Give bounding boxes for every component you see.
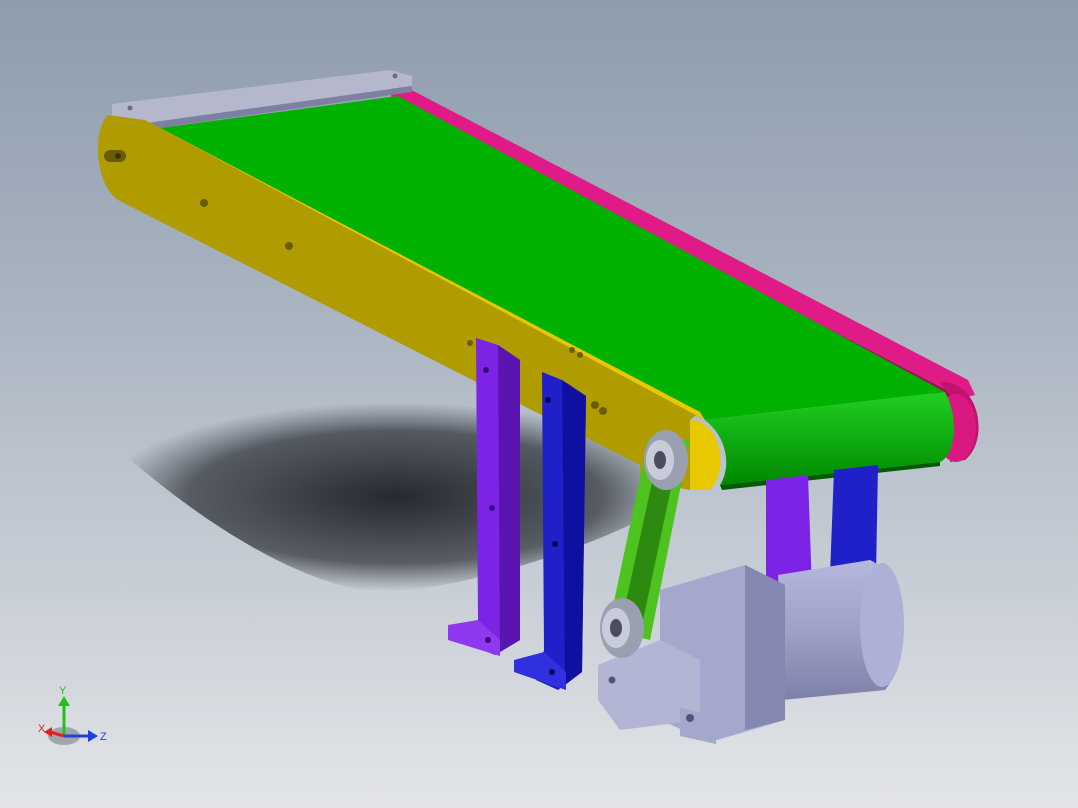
mount-hole <box>285 242 293 250</box>
mount-hole <box>200 199 208 207</box>
graphics-viewport[interactable]: Y Z X <box>0 0 1078 808</box>
drive-pulley-top[interactable] <box>644 430 688 490</box>
z-axis-label: Z <box>100 731 107 743</box>
y-axis-label: Y <box>59 685 67 697</box>
drive-pulley-bottom[interactable] <box>600 598 644 658</box>
view-orientation-triad[interactable]: Y Z X <box>30 682 120 754</box>
conveyor-3d-model[interactable] <box>0 0 1078 808</box>
x-axis-label: X <box>38 723 46 735</box>
z-axis-arrow-icon <box>88 730 98 742</box>
y-axis-arrow-icon <box>58 696 70 706</box>
